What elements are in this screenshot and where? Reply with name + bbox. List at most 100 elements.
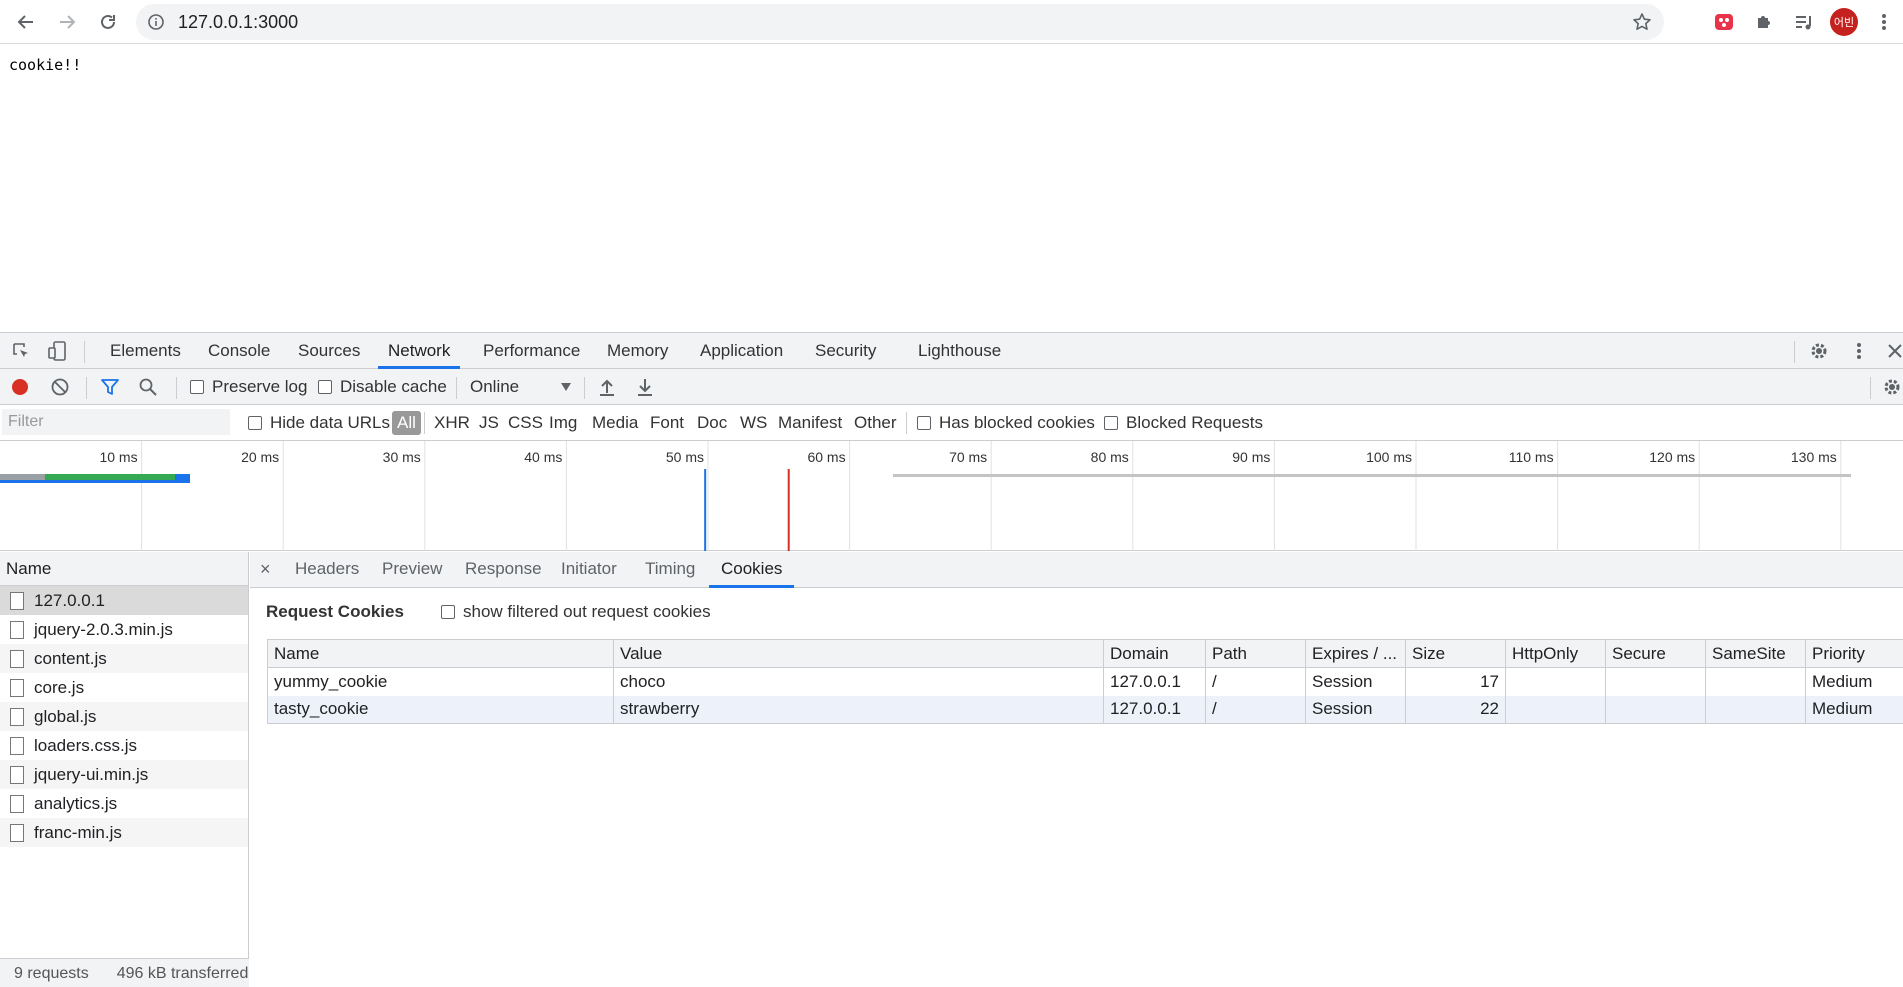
- type-filter-media[interactable]: Media: [592, 405, 638, 441]
- timeline-tick-label: 30 ms: [383, 449, 421, 465]
- browser-menu-button[interactable]: [1870, 8, 1898, 36]
- type-filter-other[interactable]: Other: [854, 405, 897, 441]
- checkbox-box[interactable]: [190, 380, 204, 394]
- filter-input[interactable]: Filter: [2, 409, 230, 435]
- tab-console[interactable]: Console: [208, 333, 270, 369]
- tab-lighthouse[interactable]: Lighthouse: [918, 333, 1001, 369]
- search-button[interactable]: [138, 369, 158, 405]
- close-detail-button[interactable]: ×: [260, 552, 271, 588]
- export-har-button[interactable]: [636, 369, 654, 405]
- detail-tab-cookies[interactable]: Cookies: [709, 552, 795, 588]
- request-row[interactable]: jquery-ui.min.js: [0, 760, 248, 789]
- profile-avatar[interactable]: 어빈: [1830, 8, 1858, 36]
- record-icon: [12, 379, 28, 395]
- back-button[interactable]: [6, 2, 46, 42]
- cookies-column-header[interactable]: HttpOnly: [1505, 639, 1606, 668]
- inspect-element-button[interactable]: [8, 339, 34, 363]
- cookies-column-header[interactable]: Path: [1205, 639, 1306, 668]
- request-row[interactable]: franc-min.js: [0, 818, 248, 847]
- tab-elements[interactable]: Elements: [110, 333, 181, 369]
- request-count: 9 requests: [14, 964, 89, 982]
- tab-performance[interactable]: Performance: [483, 333, 580, 369]
- timeline-overview[interactable]: 10 ms 20 ms 30 ms 40 ms 50 ms 60 ms 70 ms 80 ms…: [0, 441, 1903, 551]
- cookie-cell: Session: [1305, 695, 1406, 724]
- devtools-settings-button[interactable]: [1806, 339, 1832, 363]
- file-icon: [10, 591, 24, 610]
- preserve-log-checkbox[interactable]: Preserve log: [190, 369, 307, 405]
- checkbox-box[interactable]: [917, 416, 931, 430]
- detail-tab-response[interactable]: Response: [465, 552, 542, 588]
- transferred-size: 496 kB transferred: [116, 964, 249, 982]
- blocked-requests-checkbox[interactable]: Blocked Requests: [1104, 405, 1263, 441]
- cookies-column-header[interactable]: SameSite: [1705, 639, 1806, 668]
- request-row[interactable]: 127.0.0.1: [0, 586, 248, 615]
- filter-toggle-button[interactable]: [100, 369, 120, 405]
- devtools-close-button[interactable]: [1882, 339, 1903, 363]
- request-row[interactable]: core.js: [0, 673, 248, 702]
- throttling-value: Online: [470, 377, 520, 396]
- checkbox-box[interactable]: [248, 416, 262, 430]
- detail-tab-preview[interactable]: Preview: [382, 552, 442, 588]
- address-bar[interactable]: 127.0.0.1:3000: [136, 4, 1664, 40]
- cookies-column-header[interactable]: Expires / ...: [1305, 639, 1406, 668]
- type-filter-img[interactable]: Img: [549, 405, 577, 441]
- request-row[interactable]: loaders.css.js: [0, 731, 248, 760]
- cookies-column-header[interactable]: Size: [1405, 639, 1506, 668]
- detail-tab-timing[interactable]: Timing: [645, 552, 695, 588]
- show-filtered-cookies-checkbox[interactable]: show filtered out request cookies: [441, 602, 711, 622]
- type-filter-doc[interactable]: Doc: [697, 405, 727, 441]
- tab-security[interactable]: Security: [815, 333, 876, 369]
- file-icon: [10, 649, 24, 668]
- detail-tab-initiator[interactable]: Initiator: [561, 552, 617, 588]
- checkbox-box[interactable]: [318, 380, 332, 394]
- device-toolbar-button[interactable]: [44, 339, 70, 363]
- cookies-column-header[interactable]: Domain: [1103, 639, 1206, 668]
- hide-data-urls-checkbox[interactable]: Hide data URLs: [248, 405, 390, 441]
- extension-button[interactable]: [1710, 8, 1738, 36]
- cookies-column-header[interactable]: Name: [267, 639, 614, 668]
- cookie-row[interactable]: yummy_cookie choco 127.0.0.1/Session 17 Medi…: [267, 667, 1903, 696]
- type-filter-js[interactable]: JS: [479, 405, 499, 441]
- url-text[interactable]: 127.0.0.1:3000: [178, 12, 298, 33]
- cookies-column-header[interactable]: Priority: [1805, 639, 1903, 668]
- cookies-column-header[interactable]: Value: [613, 639, 1104, 668]
- record-button[interactable]: [10, 369, 30, 405]
- tab-sources[interactable]: Sources: [298, 333, 360, 369]
- request-row[interactable]: content.js: [0, 644, 248, 673]
- media-control-button[interactable]: [1790, 8, 1818, 36]
- type-filter-font[interactable]: Font: [650, 405, 684, 441]
- network-settings-button[interactable]: [1882, 369, 1902, 405]
- import-har-button[interactable]: [598, 369, 616, 405]
- bookmark-button[interactable]: [1632, 12, 1652, 37]
- type-filter-xhr[interactable]: XHR: [434, 405, 470, 441]
- forward-button[interactable]: [47, 2, 87, 42]
- puzzle-icon: [1758, 16, 1770, 28]
- tab-network[interactable]: Network: [378, 333, 461, 369]
- toolbar-separator: [86, 377, 87, 399]
- request-row[interactable]: analytics.js: [0, 789, 248, 818]
- throttling-select[interactable]: Online: [470, 369, 572, 405]
- request-row[interactable]: jquery-2.0.3.min.js: [0, 615, 248, 644]
- type-filter-ws[interactable]: WS: [740, 405, 767, 441]
- vertical-dots-icon: [1857, 343, 1861, 359]
- reload-button[interactable]: [88, 2, 128, 42]
- request-waterfall-bar: [175, 474, 190, 480]
- disable-cache-checkbox[interactable]: Disable cache: [318, 369, 447, 405]
- request-row[interactable]: global.js: [0, 702, 248, 731]
- detail-tab-headers[interactable]: Headers: [295, 552, 359, 588]
- site-info-button[interactable]: [136, 13, 176, 31]
- cookie-row[interactable]: tasty_cookie strawberry 127.0.0.1/Session 2…: [267, 695, 1903, 724]
- tab-application[interactable]: Application: [700, 333, 783, 369]
- checkbox-box[interactable]: [441, 605, 455, 619]
- devtools-menu-button[interactable]: [1846, 339, 1872, 363]
- tab-memory[interactable]: Memory: [607, 333, 668, 369]
- name-column-header[interactable]: Name: [0, 552, 248, 586]
- checkbox-box[interactable]: [1104, 416, 1118, 430]
- has-blocked-cookies-checkbox[interactable]: Has blocked cookies: [917, 405, 1095, 441]
- type-filter-all[interactable]: All: [392, 411, 421, 435]
- extensions-menu-button[interactable]: [1750, 8, 1778, 36]
- type-filter-manifest[interactable]: Manifest: [778, 405, 842, 441]
- cookies-column-header[interactable]: Secure: [1605, 639, 1706, 668]
- type-filter-css[interactable]: CSS: [508, 405, 543, 441]
- clear-button[interactable]: [50, 369, 70, 405]
